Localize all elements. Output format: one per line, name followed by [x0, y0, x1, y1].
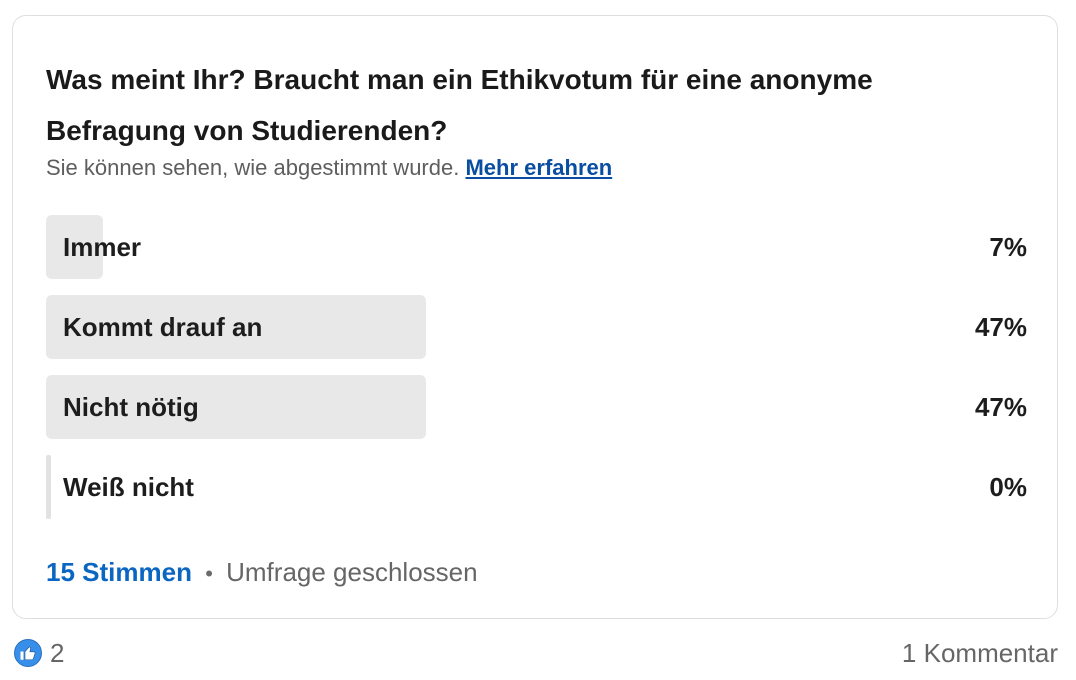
poll-option-label: Weiß nicht	[63, 472, 194, 502]
learn-more-link[interactable]: Mehr erfahren	[465, 155, 612, 180]
poll-option-weiss-nicht[interactable]: Weiß nicht 0%	[46, 455, 1027, 519]
vote-count-link[interactable]: 15 Stimmen	[46, 557, 192, 587]
social-counts: 2	[14, 636, 64, 670]
poll-status: Umfrage geschlossen	[226, 557, 478, 587]
comments-count-link[interactable]: 1 Kommentar	[902, 636, 1058, 670]
poll-option-percent: 47%	[974, 392, 1027, 422]
poll-visibility-note: Sie können sehen, wie abgestimmt wurde. …	[46, 153, 612, 183]
poll-option-label: Nicht nötig	[63, 392, 199, 422]
poll-option-immer[interactable]: Immer 7%	[46, 215, 1027, 279]
reaction-count[interactable]: 2	[50, 638, 64, 669]
poll-option-percent: 47%	[974, 312, 1027, 342]
separator-dot: •	[205, 561, 213, 586]
visibility-text: Sie können sehen, wie abgestimmt wurde.	[46, 155, 460, 180]
poll-card: Was meint Ihr? Braucht man ein Ethikvotu…	[12, 15, 1058, 619]
poll-option-nicht-noetig[interactable]: Nicht nötig 47%	[46, 375, 1027, 439]
poll-question: Was meint Ihr? Braucht man ein Ethikvotu…	[46, 64, 873, 146]
poll-option-kommt-drauf-an[interactable]: Kommt drauf an 47%	[46, 295, 1027, 359]
poll-option-label: Immer	[63, 232, 142, 262]
poll-result-bar	[46, 455, 51, 519]
poll-option-percent: 0%	[989, 472, 1027, 502]
poll-options: Immer 7% Kommt drauf an 47% Nicht nötig …	[46, 215, 1027, 535]
poll-option-percent: 7%	[989, 232, 1027, 262]
thumbs-up-icon[interactable]	[14, 639, 42, 667]
thumbs-up-glyph	[20, 646, 36, 661]
poll-option-label: Kommt drauf an	[63, 312, 263, 342]
poll-footer: 15 Stimmen • Umfrage geschlossen	[46, 555, 478, 591]
